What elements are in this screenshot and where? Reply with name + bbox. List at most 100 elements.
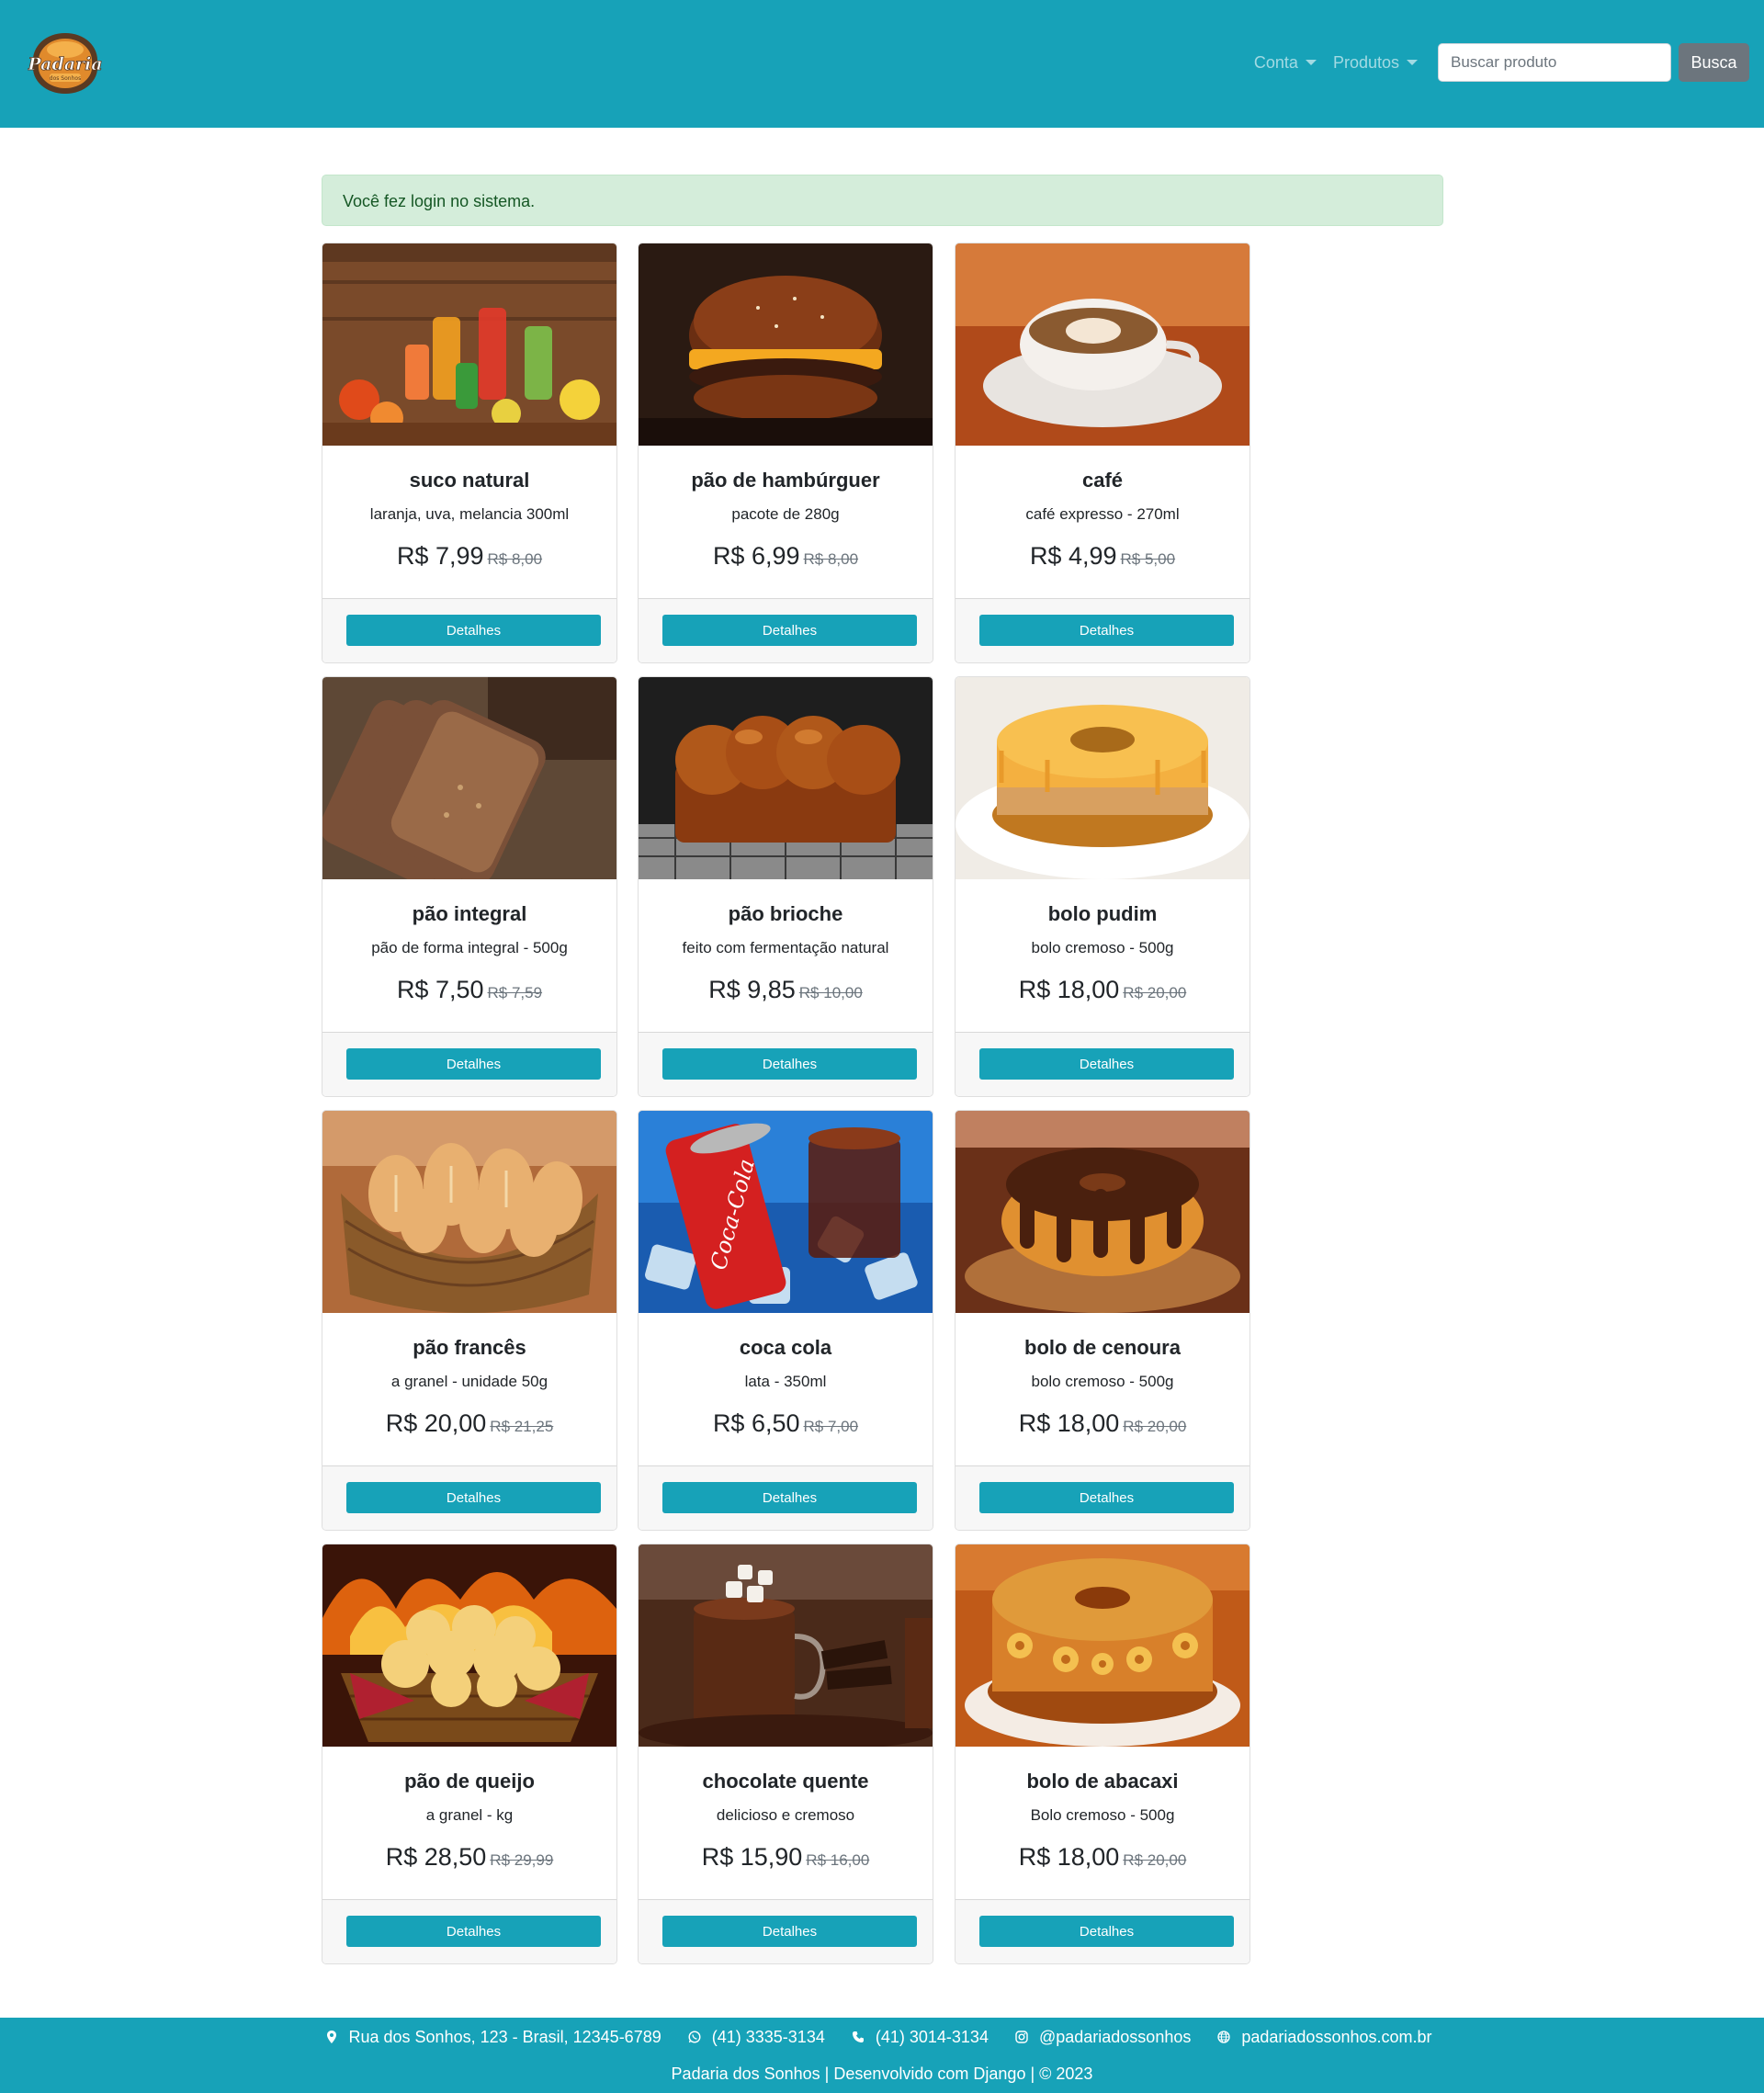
pudding-cake-photo (956, 677, 1250, 879)
card-footer: Detalhes (322, 1465, 616, 1530)
footer-copyright: Padaria dos Sonhos | Desenvolvido com Dj… (671, 2065, 1093, 2083)
product-card: bolo de abacaxi Bolo cremoso - 500g R$ 18,… (955, 1544, 1250, 1964)
product-price-row: R$ 28,50 R$ 29,99 (322, 1843, 616, 1872)
product-card: bolo pudim bolo cremoso - 500g R$ 18,00 R$ … (955, 676, 1250, 1097)
whatsapp-icon (688, 2031, 701, 2043)
product-price-row: R$ 6,50 R$ 7,00 (639, 1409, 933, 1438)
card-footer: Detalhes (956, 1465, 1250, 1530)
footer-whatsapp[interactable]: (41) 3335-3134 (688, 2028, 837, 2046)
product-price-row: R$ 18,00 R$ 20,00 (956, 1843, 1250, 1872)
card-footer: Detalhes (956, 598, 1250, 662)
details-button[interactable]: Detalhes (662, 615, 917, 646)
whole-bread-photo (322, 677, 616, 879)
footer-contacts: Rua dos Sonhos, 123 - Brasil, 12345-6789… (0, 2028, 1764, 2047)
product-price-row: R$ 18,00 R$ 20,00 (956, 976, 1250, 1004)
carrot-cake-photo (956, 1111, 1250, 1313)
product-price-row: R$ 7,99 R$ 8,00 (322, 542, 616, 571)
product-old-price: R$ 10,00 (798, 984, 863, 1001)
french-bread-basket-photo (322, 1111, 616, 1313)
card-footer: Detalhes (639, 1032, 933, 1096)
logo-subtext: dos Sonhos (50, 75, 81, 82)
details-button[interactable]: Detalhes (662, 1916, 917, 1947)
search-button[interactable]: Busca (1679, 43, 1749, 82)
product-name: bolo de cenoura (1024, 1336, 1181, 1359)
product-price: R$ 6,50 (712, 1409, 800, 1437)
product-price: R$ 4,99 (1029, 542, 1117, 570)
product-card: pão de queijo a granel - kg R$ 28,50 R$ 29,… (322, 1544, 617, 1964)
card-footer: Detalhes (956, 1032, 1250, 1096)
product-old-price: R$ 5,00 (1120, 550, 1176, 568)
card-footer: Detalhes (322, 598, 616, 662)
details-button[interactable]: Detalhes (346, 1916, 601, 1947)
footer: Rua dos Sonhos, 123 - Brasil, 12345-6789… (0, 2018, 1764, 2093)
product-description: a granel - unidade 50g (390, 1373, 548, 1390)
instagram-text: @padariadossonhos (1038, 2028, 1192, 2046)
hamburger-photo (639, 243, 933, 446)
phone-text: (41) 3014-3134 (875, 2028, 989, 2046)
product-description: delicioso e cremoso (716, 1806, 855, 1824)
navbar-right: Conta Produtos Busca (1254, 43, 1749, 82)
products-label: Produtos (1332, 52, 1399, 72)
details-button[interactable]: Detalhes (662, 1048, 917, 1080)
details-button[interactable]: Detalhes (346, 615, 601, 646)
details-button[interactable]: Detalhes (662, 1482, 917, 1513)
product-card: suco natural laranja, uva, melancia 300ml… (322, 243, 617, 663)
card-footer: Detalhes (639, 598, 933, 662)
address-text: Rua dos Sonhos, 123 - Brasil, 12345-6789 (348, 2028, 662, 2046)
product-name: coca cola (739, 1336, 832, 1359)
product-price-row: R$ 6,99 R$ 8,00 (639, 542, 933, 571)
product-name: pão integral (412, 902, 527, 925)
card-footer: Detalhes (322, 1899, 616, 1963)
footer-website[interactable]: padariadossonhos.com.br (1217, 2028, 1439, 2046)
phone-icon (852, 2031, 864, 2042)
footer-address: Rua dos Sonhos, 123 - Brasil, 12345-6789 (325, 2028, 673, 2046)
product-old-price: R$ 7,59 (487, 984, 543, 1001)
product-card: bolo de cenoura bolo cremoso - 500g R$ 18,… (955, 1110, 1250, 1531)
account-dropdown[interactable]: Conta (1254, 53, 1317, 73)
product-name: pão brioche (728, 902, 843, 925)
details-button[interactable]: Detalhes (979, 1916, 1234, 1947)
product-description: a granel - kg (425, 1806, 514, 1824)
globe-icon (1217, 2031, 1231, 2043)
product-price-row: R$ 7,50 R$ 7,59 (322, 976, 616, 1004)
product-card: Coca-Cola coca cola lata - 350ml R$ 6,50 R$ … (638, 1110, 933, 1531)
product-price: R$ 18,00 (1018, 1843, 1120, 1871)
brioche-photo (639, 677, 933, 879)
bakery-logo[interactable]: Padaria dos Sonhos (28, 28, 103, 97)
instagram-icon (1015, 2031, 1028, 2043)
coffee-cup-photo (956, 243, 1250, 446)
footer-instagram[interactable]: @padariadossonhos (1015, 2028, 1203, 2046)
product-name: pão de hambúrguer (691, 469, 880, 492)
card-footer: Detalhes (322, 1032, 616, 1096)
details-button[interactable]: Detalhes (346, 1048, 601, 1080)
product-name: chocolate quente (702, 1770, 869, 1793)
product-price: R$ 6,99 (712, 542, 800, 570)
product-old-price: R$ 8,00 (487, 550, 543, 568)
navbar: Padaria dos Sonhos Conta Produtos Busca (0, 0, 1764, 128)
footer-phone[interactable]: (41) 3014-3134 (852, 2028, 1001, 2046)
card-footer: Detalhes (639, 1465, 933, 1530)
product-description: feito com fermentação natural (682, 939, 889, 956)
logo-text: Padaria (28, 54, 103, 74)
product-price: R$ 28,50 (385, 1843, 487, 1871)
caret-down-icon (1407, 60, 1418, 65)
product-card: pão francês a granel - unidade 50g R$ 20,0… (322, 1110, 617, 1531)
map-pin-icon (326, 2031, 336, 2043)
details-button[interactable]: Detalhes (979, 1048, 1234, 1080)
product-old-price: R$ 21,25 (490, 1418, 554, 1435)
product-card: café café expresso - 270ml R$ 4,99 R$ 5,00 D… (955, 243, 1250, 663)
product-price: R$ 9,85 (708, 976, 796, 1003)
details-button[interactable]: Detalhes (346, 1482, 601, 1513)
product-card: pão de hambúrguer pacote de 280g R$ 6,99 R$… (638, 243, 933, 663)
product-old-price: R$ 20,00 (1123, 984, 1187, 1001)
product-old-price: R$ 20,00 (1123, 1418, 1187, 1435)
details-button[interactable]: Detalhes (979, 1482, 1234, 1513)
product-card: pão brioche feito com fermentação natural… (638, 676, 933, 1097)
search-input[interactable] (1438, 43, 1671, 82)
product-old-price: R$ 7,00 (803, 1418, 859, 1435)
details-button[interactable]: Detalhes (979, 615, 1234, 646)
product-card: pão integral pão de forma integral - 500g… (322, 676, 617, 1097)
products-dropdown[interactable]: Produtos (1333, 53, 1418, 73)
product-description: bolo cremoso - 500g (1031, 1373, 1174, 1390)
product-name: café (1081, 469, 1124, 492)
